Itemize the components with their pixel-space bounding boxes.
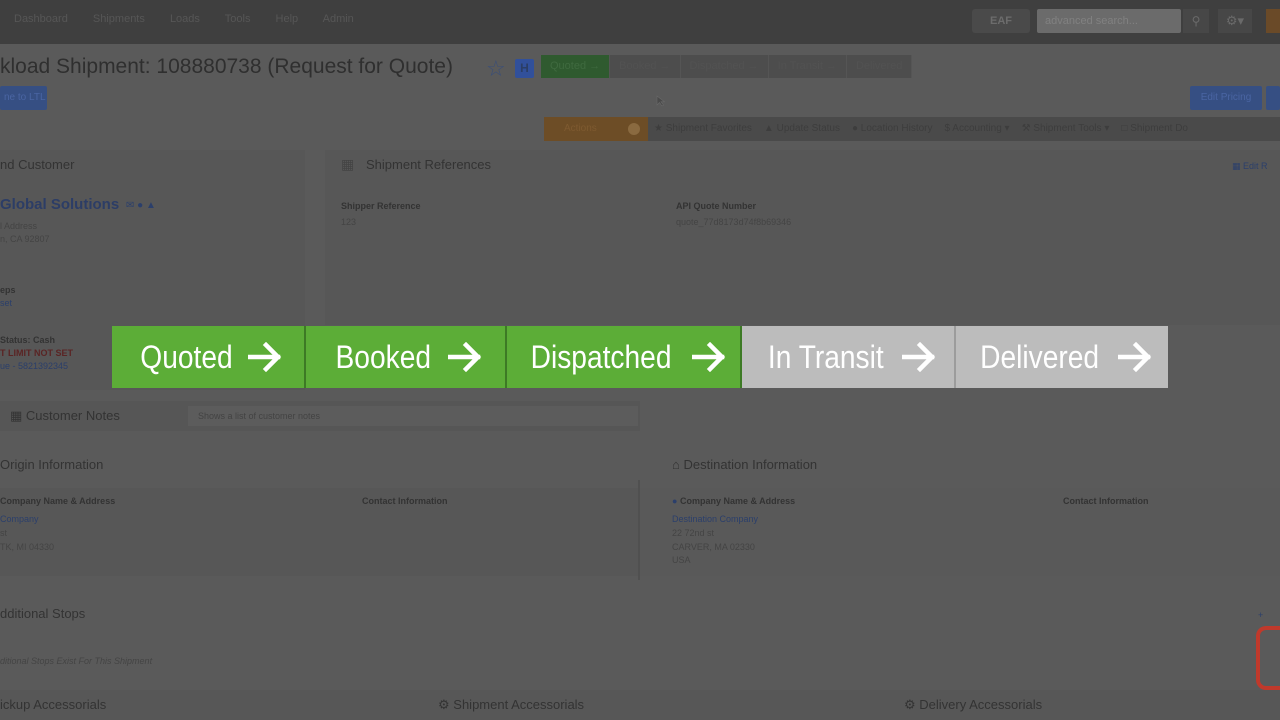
location-history-button[interactable]: ● Location History (846, 117, 939, 141)
arrow-right-icon (691, 342, 725, 372)
api-quote-label: API Quote Number (676, 201, 757, 211)
main-menu: Dashboard Shipments Loads Tools Help Adm… (14, 13, 376, 25)
user-badge[interactable]: EAF (972, 9, 1030, 33)
arrow-right-icon (1117, 342, 1151, 372)
destination-section-title: ⌂ Destination Information (672, 457, 818, 472)
gear-icon[interactable]: ⚙▾ (1218, 9, 1252, 33)
origin-line2: st (0, 528, 8, 538)
header-status-steps: Quoted → Booked → Dispatched → In Transi… (541, 55, 913, 78)
delivery-accessorials-title: ⚙ Delivery Accessorials (904, 697, 1043, 712)
mini-step-quoted[interactable]: Quoted → (541, 55, 611, 78)
menu-item-shipments[interactable]: Shipments (93, 13, 145, 25)
references-section-title: Shipment References (366, 157, 492, 172)
customer-address-line2: n, CA 92807 (0, 234, 50, 244)
step-in-transit[interactable]: In Transit (742, 326, 954, 388)
menu-item-loads[interactable]: Loads (170, 13, 200, 25)
customer-steps-label: eps (0, 285, 16, 295)
destination-line1[interactable]: Destination Company (672, 514, 758, 524)
additional-stops-title: dditional Stops (0, 606, 86, 621)
search-icon[interactable]: ⚲ (1183, 9, 1209, 33)
customer-contact-icons[interactable]: ✉ ● ▲ (126, 200, 156, 211)
mouse-cursor-icon (656, 95, 666, 107)
references-card (325, 150, 1280, 325)
mini-step-booked[interactable]: Booked → (610, 55, 681, 78)
pickup-accessorials-title: ickup Accessorials (0, 697, 107, 712)
credit-link[interactable]: ue - 5821392345 (0, 361, 68, 371)
destination-line4: USA (672, 555, 691, 565)
origin-section-title: Origin Information (0, 457, 104, 472)
menu-item-help[interactable]: Help (276, 13, 299, 25)
mini-step-delivered[interactable]: Delivered (846, 55, 913, 78)
step-dispatched-label: Dispatched (531, 338, 672, 375)
actions-count-badge (628, 123, 640, 135)
shipment-documents-button[interactable]: □ Shipment Do (1115, 117, 1194, 141)
edit-references-link[interactable]: ▦ Edit R (1232, 161, 1268, 172)
edge-button[interactable] (1266, 86, 1280, 110)
origin-contact-label: Contact Information (362, 496, 448, 506)
customer-address-line1: l Address (0, 221, 38, 231)
menu-item-tools[interactable]: Tools (225, 13, 251, 25)
add-stop-button[interactable]: + (1258, 610, 1263, 620)
brand-logo-icon (1256, 626, 1280, 690)
arrow-right-icon (901, 342, 935, 372)
step-booked-label: Booked (335, 338, 432, 375)
origin-line3: TK, MI 04330 (0, 542, 55, 552)
shipment-toolbar: Actions ★ Shipment Favorites ▲ Update St… (544, 117, 1280, 141)
shipment-accessorials-title: ⚙ Shipment Accessorials (438, 697, 585, 712)
actions-button[interactable]: Actions (544, 117, 648, 141)
shipment-status-stepper: Quoted Booked Dispatched In Transit Deli… (112, 326, 1168, 388)
shipment-favorites-button[interactable]: ★ Shipment Favorites (648, 117, 758, 141)
arrow-right-icon (248, 342, 282, 372)
search-input[interactable]: advanced search... (1037, 9, 1181, 33)
shipper-reference-value: 123 (341, 217, 357, 227)
step-in-transit-label: In Transit (768, 338, 884, 375)
origin-company-label: Company Name & Address (0, 496, 116, 506)
customer-notes-title: ▦ Customer Notes (10, 408, 120, 423)
mini-step-dispatched[interactable]: Dispatched → (680, 55, 769, 78)
destination-contact-label: Contact Information (1063, 496, 1149, 506)
step-quoted[interactable]: Quoted (112, 326, 304, 388)
shipment-tools-dropdown[interactable]: ⚒ Shipment Tools ▾ (1016, 117, 1116, 141)
no-stops-text: ditional Stops Exist For This Shipment (0, 656, 153, 666)
star-icon[interactable]: ☆ (486, 56, 506, 82)
step-booked[interactable]: Booked (306, 326, 505, 388)
menu-item-dashboard[interactable]: Dashboard (14, 13, 68, 25)
h-badge[interactable]: H (515, 59, 534, 78)
destination-company-label: ● Company Name & Address (672, 496, 796, 506)
step-quoted-label: Quoted (139, 338, 233, 375)
mini-step-in-transit[interactable]: In Transit → (768, 55, 847, 78)
destination-line2: 22 72nd st (672, 528, 715, 538)
step-dispatched[interactable]: Dispatched (507, 326, 740, 388)
column-divider (638, 480, 640, 580)
update-status-button[interactable]: ▲ Update Status (758, 117, 846, 141)
menu-item-admin[interactable]: Admin (323, 13, 354, 25)
convert-to-ltl-button[interactable]: ne to LTL (0, 86, 47, 110)
customer-notes-field[interactable]: Shows a list of customer notes (188, 406, 638, 426)
accessorials-band (0, 690, 1280, 720)
customer-name-link[interactable]: Global Solutions (0, 196, 119, 213)
step-delivered[interactable]: Delivered (956, 326, 1168, 388)
destination-line3: CARVER, MA 02330 (672, 542, 755, 552)
account-button[interactable] (1266, 9, 1280, 33)
building-icon: ▦ (341, 156, 355, 172)
api-quote-value: quote_77d8173d74f8b69346 (676, 217, 792, 227)
credit-limit: T LIMIT NOT SET (0, 348, 73, 358)
edit-pricing-button[interactable]: Edit Pricing (1190, 86, 1262, 110)
customer-steps-value: set (0, 298, 13, 308)
origin-line1[interactable]: Company (0, 514, 39, 524)
step-delivered-label: Delivered (980, 338, 1100, 375)
customer-section-title: nd Customer (0, 157, 75, 172)
arrow-right-icon (447, 342, 481, 372)
page-title: kload Shipment: 108880738 (Request for Q… (0, 55, 453, 78)
shipper-reference-label: Shipper Reference (341, 201, 421, 211)
credit-status: Status: Cash (0, 335, 56, 345)
top-navbar: Dashboard Shipments Loads Tools Help Adm… (0, 0, 1280, 44)
accounting-dropdown[interactable]: $ Accounting ▾ (939, 117, 1016, 141)
